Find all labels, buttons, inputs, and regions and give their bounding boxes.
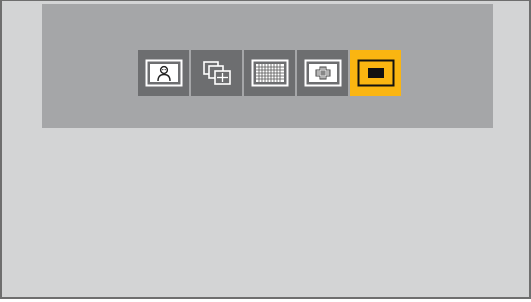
af-option-single-area[interactable] [350,50,401,96]
face-portrait-icon [145,59,183,87]
af-option-custom-multi[interactable] [297,50,348,96]
custom-cross-area-icon [304,59,342,87]
af-mode-panel [42,4,493,128]
multi-frame-tracking-icon [201,59,233,87]
af-option-tracking[interactable] [191,50,242,96]
screen [0,0,531,299]
af-mode-options [138,50,401,96]
af-option-multi-area[interactable] [244,50,295,96]
single-area-icon [357,59,395,87]
af-option-face-detection[interactable] [138,50,189,96]
grid-area-icon [251,59,289,87]
